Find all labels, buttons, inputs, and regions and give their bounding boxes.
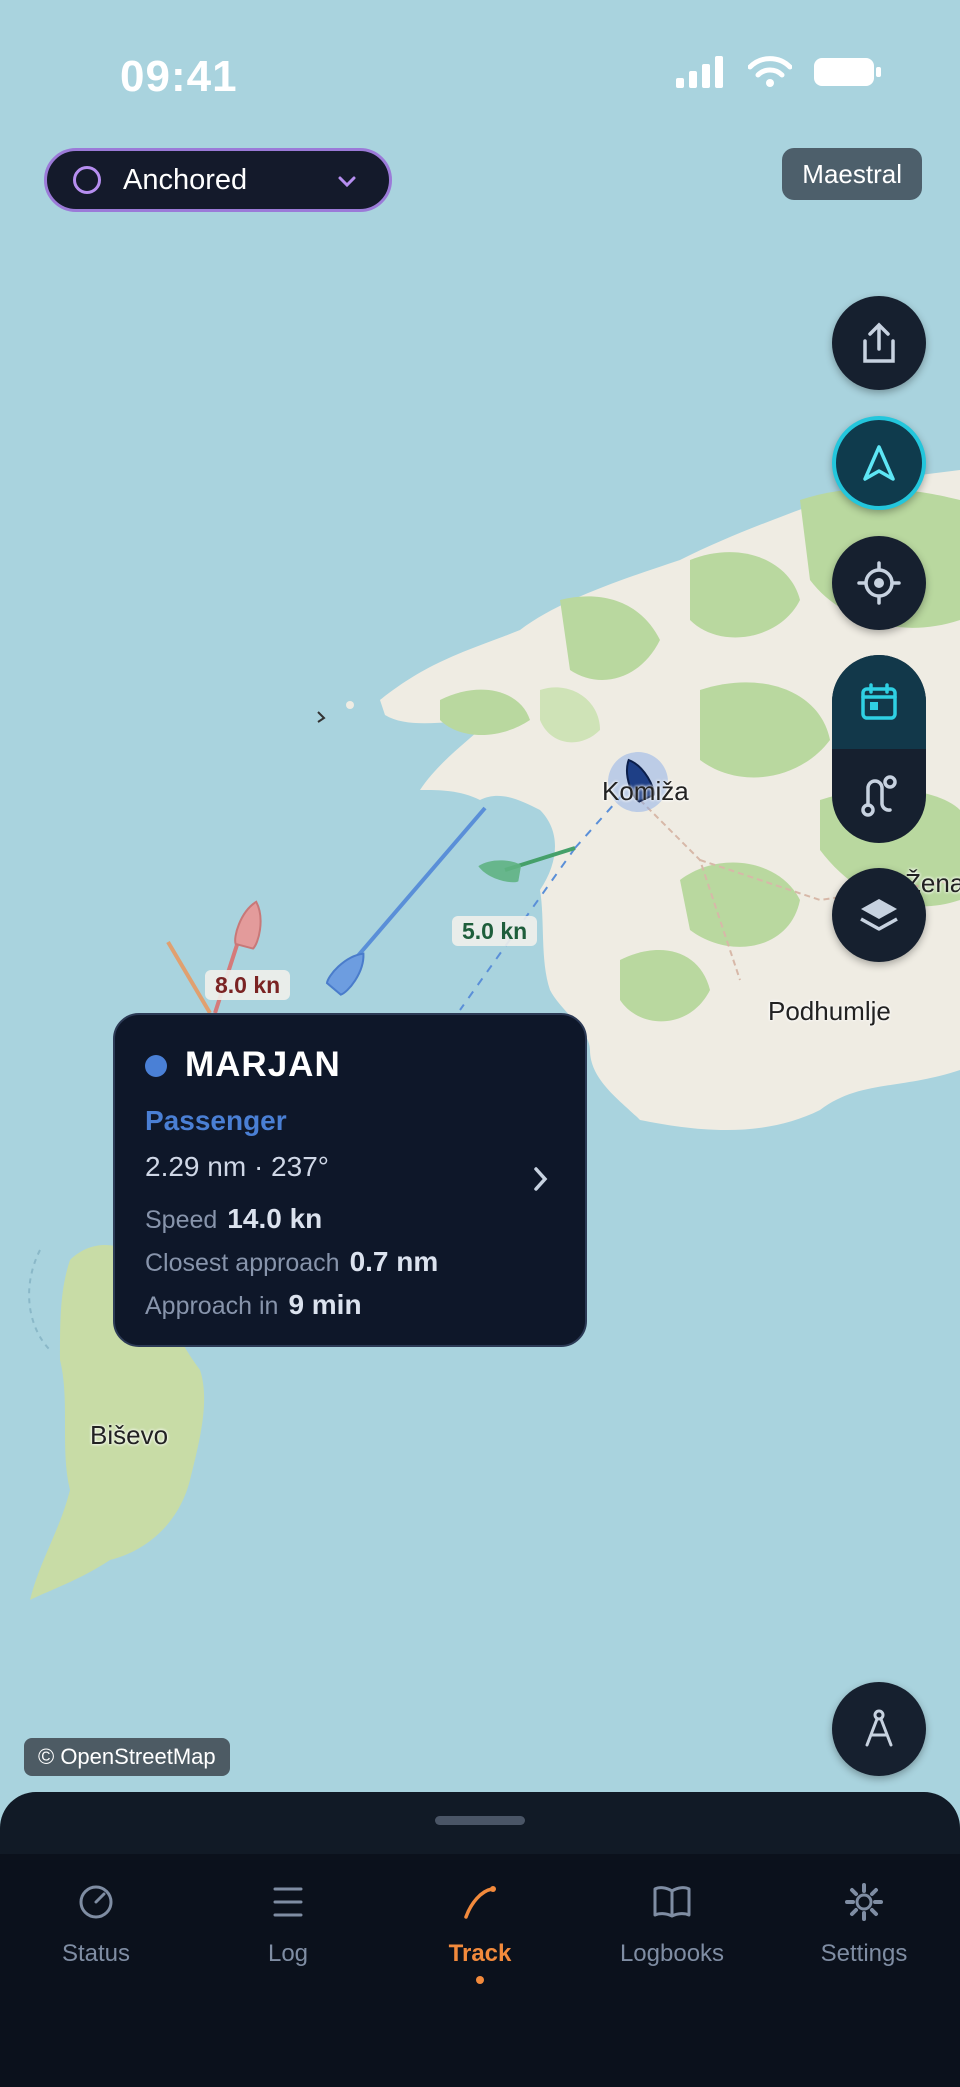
anchor-status-dropdown[interactable]: Anchored (44, 148, 392, 212)
tcpa-label: Approach in (145, 1292, 279, 1320)
tcpa-value: 9 min (288, 1289, 362, 1320)
chevron-right-icon[interactable] (531, 1165, 551, 1193)
tab-logbooks-label: Logbooks (619, 1940, 725, 1967)
status-icons (676, 56, 882, 88)
navigate-button[interactable] (832, 416, 926, 510)
vessel-speed-row: Speed 14.0 kn (145, 1203, 322, 1235)
vessel-info-card[interactable]: MARJAN Passenger 2.29 nm · 237° Speed 14.… (113, 1013, 587, 1347)
tab-status-label: Status (61, 1940, 131, 1967)
compass-button[interactable] (832, 1682, 926, 1776)
chevron-down-icon (338, 176, 356, 188)
crosshair-icon (857, 561, 901, 605)
locate-button[interactable] (832, 536, 926, 630)
place-podhumlje: Podhumlje (768, 996, 891, 1026)
share-icon (863, 322, 895, 363)
wifi-icon (748, 56, 792, 87)
route-button[interactable] (832, 749, 926, 843)
vessel-type: Passenger (145, 1105, 287, 1136)
place-bisevo: Biševo (90, 1420, 169, 1450)
battery-icon (814, 58, 881, 86)
signal-icon (676, 56, 723, 88)
speed-label-green: 5.0 kn (452, 916, 538, 946)
cpa-label: Closest approach (145, 1249, 340, 1277)
list-icon (273, 1887, 303, 1917)
gear-icon (845, 1883, 883, 1921)
tab-logbooks[interactable]: Logbooks (576, 1874, 768, 1968)
tab-log[interactable]: Log (192, 1874, 384, 1968)
vessel-tcpa-row: Approach in 9 min (145, 1289, 362, 1321)
tab-log-label: Log (267, 1940, 309, 1967)
tab-status[interactable]: Status (0, 1874, 192, 1968)
fab-stack (832, 655, 926, 843)
status-time: 09:41 (120, 52, 238, 101)
tab-track[interactable]: Track (384, 1874, 576, 1984)
anchor-status-label: Anchored (123, 163, 248, 196)
navigation-arrow-icon (863, 445, 895, 481)
speed-label: Speed (145, 1206, 218, 1234)
cpa-value: 0.7 nm (349, 1246, 439, 1277)
vessel-cpa-row: Closest approach 0.7 nm (145, 1246, 438, 1278)
speed-value: 14.0 kn (227, 1203, 323, 1234)
tab-settings[interactable]: Settings (768, 1874, 960, 1968)
anchor-ring-icon (73, 166, 101, 194)
tab-bar: Status Log Track Logbooks Settings (0, 1854, 960, 2087)
speed-label-red: 8.0 kn (205, 970, 291, 1000)
vessel-distance-bearing: 2.29 nm · 237° (145, 1151, 329, 1182)
sheet-drag-handle[interactable] (435, 1816, 525, 1825)
active-tab-indicator (476, 1976, 484, 1984)
gauge-icon (79, 1885, 113, 1919)
map-attribution[interactable]: © OpenStreetMap (24, 1738, 230, 1776)
track-icon (464, 1886, 496, 1919)
place-komiza: Komiža (602, 776, 689, 806)
calendar-icon (861, 683, 897, 720)
tab-track-label: Track (448, 1940, 512, 1967)
vessel-color-dot (145, 1055, 167, 1077)
vessel-name: MARJAN (185, 1045, 341, 1084)
share-button[interactable] (832, 296, 926, 390)
book-icon (653, 1886, 691, 1918)
compass-icon (865, 1709, 893, 1747)
wind-badge: Maestral (782, 148, 922, 200)
layers-button[interactable] (832, 868, 926, 962)
bottom-sheet: Status Log Track Logbooks Settings (0, 1792, 960, 2087)
calendar-button[interactable] (832, 655, 926, 749)
route-icon (861, 775, 897, 817)
layers-icon (860, 899, 898, 931)
tab-settings-label: Settings (820, 1940, 908, 1967)
